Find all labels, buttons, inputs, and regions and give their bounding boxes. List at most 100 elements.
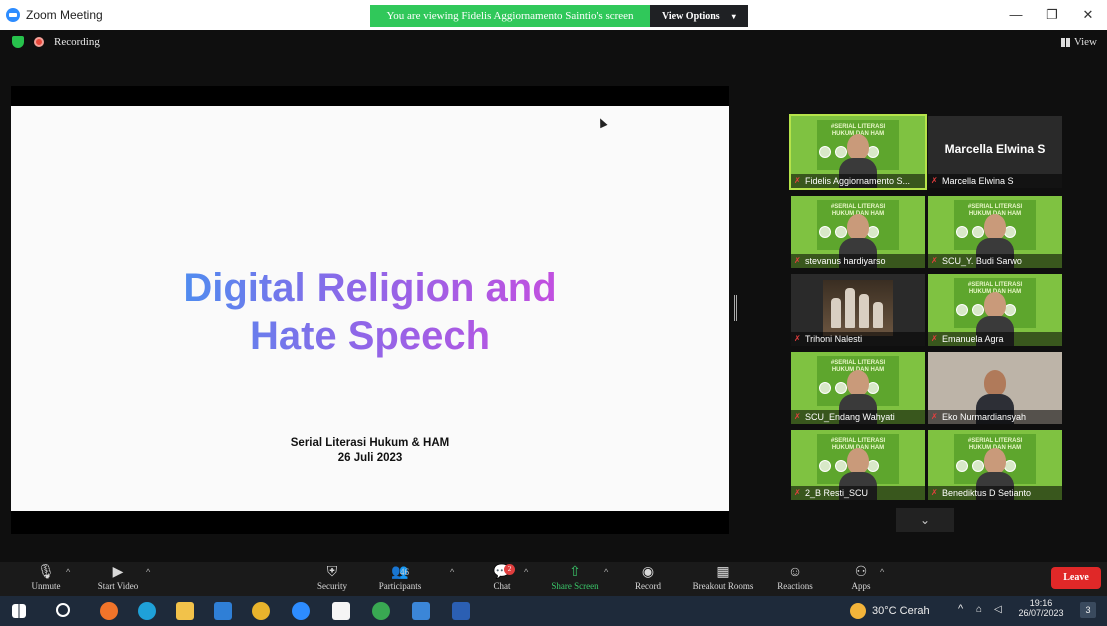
network-icon[interactable]: ⌂ (976, 604, 982, 615)
record-icon: ◉ (641, 565, 655, 580)
apps-icon: ⚇ (854, 565, 868, 580)
windows-taskbar: 30°C Cerah ^ ⌂ ◁ 19:16 26/07/2023 3 (0, 596, 1107, 626)
apps-caret-icon[interactable]: ^ (880, 567, 884, 577)
calendar-icon[interactable] (332, 602, 350, 620)
minimize-button[interactable]: — (1006, 6, 1026, 24)
record-button[interactable]: ◉ Record (628, 564, 668, 594)
participant-name-label: SCU_Y. Budi Sarwo (928, 254, 1062, 268)
microphone-muted-icon: ✗ (794, 256, 801, 265)
microphone-muted-icon: ✗ (931, 488, 938, 497)
word-icon[interactable] (452, 602, 470, 620)
unmute-button[interactable]: 🎙 Unmute (26, 564, 66, 594)
firefox-icon[interactable] (100, 602, 118, 620)
mouse-cursor-icon (596, 116, 608, 129)
chevron-down-icon: ▾ (731, 11, 736, 21)
view-options-label: View Options (662, 10, 720, 22)
reactions-button[interactable]: ☺ Reactions (772, 564, 818, 594)
participant-name-label: Fidelis Aggiornamento S... (791, 174, 925, 188)
window-title: Zoom Meeting (26, 8, 103, 22)
participant-tile[interactable]: #SERIAL LITERASI HUKUM DAN HAM Emanuela A… (928, 274, 1062, 346)
gallery-next-page-button[interactable]: ⌄ (896, 508, 954, 532)
participant-name-label: Trihoni Nalesti (791, 332, 925, 346)
participants-count: 46 (400, 567, 409, 577)
microphone-muted-icon: ✗ (794, 412, 801, 421)
microphone-muted-icon: ✗ (794, 488, 801, 497)
chat-label: Chat (493, 581, 511, 591)
screen-share-banner: You are viewing Fidelis Aggiornamento Sa… (370, 5, 650, 27)
security-label: Security (317, 581, 347, 591)
reactions-label: Reactions (777, 581, 813, 591)
chrome-profile-icon[interactable] (372, 602, 390, 620)
meeting-toolbar: 🎙 Unmute ^ ▶ Start Video ^ ⛨ Security 👥 … (0, 562, 1107, 596)
record-label: Record (635, 581, 661, 591)
leave-button[interactable]: Leave (1051, 567, 1101, 589)
participants-button[interactable]: 👥 46 Participants (370, 564, 430, 594)
clock[interactable]: 19:16 26/07/2023 (1016, 598, 1066, 618)
participant-tile[interactable]: #SERIAL LITERASI HUKUM DAN HAM Benediktus… (928, 430, 1062, 500)
shield-icon: ⛨ (326, 565, 338, 580)
participant-display-name: Marcella Elwina S (944, 142, 1046, 156)
shared-screen[interactable]: Digital Religion and Hate Speech Serial … (11, 86, 729, 534)
recording-indicator: Recording (12, 36, 100, 48)
participants-caret-icon[interactable]: ^ (450, 567, 454, 577)
slide-subtitle-line-1: Serial Literasi Hukum & HAM (290, 437, 450, 449)
start-video-button[interactable]: ▶ Start Video (90, 564, 146, 594)
participant-tile[interactable]: #SERIAL LITERASI HUKUM DAN HAM Fidelis Ag… (789, 114, 927, 190)
chevron-down-icon: ⌄ (919, 513, 931, 527)
share-screen-label: Share Screen (551, 581, 599, 591)
close-button[interactable]: ✕ (1078, 6, 1098, 24)
participants-label: Participants (378, 581, 422, 591)
maximize-button[interactable]: ❐ (1042, 6, 1062, 24)
breakout-rooms-button[interactable]: ▦ Breakout Rooms (686, 564, 760, 594)
participant-tile[interactable]: Marcella Elwina S Marcella Elwina S ✗ (928, 116, 1062, 188)
chat-caret-icon[interactable]: ^ (524, 567, 528, 577)
view-button[interactable]: View (1060, 36, 1097, 48)
participant-tile[interactable]: #SERIAL LITERASI HUKUM DAN HAM stevanus h… (791, 196, 925, 268)
recording-label: Recording (54, 36, 100, 48)
share-caret-icon[interactable]: ^ (604, 567, 608, 577)
participant-name-label: Emanuela Agra (928, 332, 1062, 346)
view-options-button[interactable]: View Options ▾ (650, 5, 748, 27)
participant-name-label: SCU_Endang Wahyati (791, 410, 925, 424)
edge-icon[interactable] (138, 602, 156, 620)
video-off-icon: ▶ (112, 565, 124, 580)
video-options-caret-icon[interactable]: ^ (146, 567, 150, 577)
chess-pieces-avatar (823, 280, 893, 336)
microphone-muted-icon: ✗ (931, 176, 938, 185)
participant-tile[interactable]: Eko Nurmardiansyah ✗ (928, 352, 1062, 424)
slide-title-line-1: Digital Religion and (183, 266, 557, 310)
weather-icon[interactable] (850, 603, 866, 619)
share-screen-button[interactable]: ⇧ Share Screen (544, 564, 606, 594)
search-icon[interactable] (56, 603, 70, 617)
chrome-icon[interactable] (252, 602, 270, 620)
participant-tile[interactable]: #SERIAL LITERASI HUKUM DAN HAM SCU_Y. Bud… (928, 196, 1062, 268)
microphone-muted-icon: ✗ (931, 334, 938, 343)
tray-chevron-up-icon[interactable]: ^ (958, 603, 963, 615)
slide-title-line-2: Hate Speech (249, 314, 491, 358)
volume-icon[interactable]: ◁ (994, 604, 1002, 615)
apps-label: Apps (851, 581, 871, 591)
windows-start-icon[interactable] (12, 604, 26, 618)
zoom-taskbar-icon[interactable] (292, 602, 310, 620)
security-button[interactable]: ⛨ Security (312, 564, 352, 594)
audio-options-caret-icon[interactable]: ^ (66, 567, 70, 577)
participant-tile[interactable]: Trihoni Nalesti ✗ (791, 274, 925, 346)
apps-button[interactable]: ⚇ Apps (846, 564, 876, 594)
chat-button[interactable]: 💬 2 Chat (486, 564, 518, 594)
start-video-label: Start Video (97, 581, 139, 591)
panel-splitter-handle[interactable] (734, 295, 737, 321)
participant-tile[interactable]: #SERIAL LITERASI HUKUM DAN HAM SCU_Endang… (791, 352, 925, 424)
file-explorer-icon[interactable] (176, 602, 194, 620)
chat-badge: 2 (504, 564, 515, 575)
title-bar: Zoom Meeting You are viewing Fidelis Agg… (0, 0, 1107, 30)
slide-subtitle-line-2: 26 Juli 2023 (337, 452, 403, 464)
zoom-window: Zoom Meeting You are viewing Fidelis Agg… (0, 0, 1107, 626)
mail-icon[interactable] (214, 602, 232, 620)
breakout-rooms-label: Breakout Rooms (692, 581, 754, 591)
slide-title: Digital Religion and Hate Speech (11, 264, 729, 360)
clock-time: 19:16 (1029, 598, 1053, 608)
photos-icon[interactable] (412, 602, 430, 620)
notification-center-button[interactable]: 3 (1080, 602, 1096, 618)
weather-text[interactable]: 30°C Cerah (872, 605, 930, 617)
participant-tile[interactable]: #SERIAL LITERASI HUKUM DAN HAM 2_B Resti_… (791, 430, 925, 500)
